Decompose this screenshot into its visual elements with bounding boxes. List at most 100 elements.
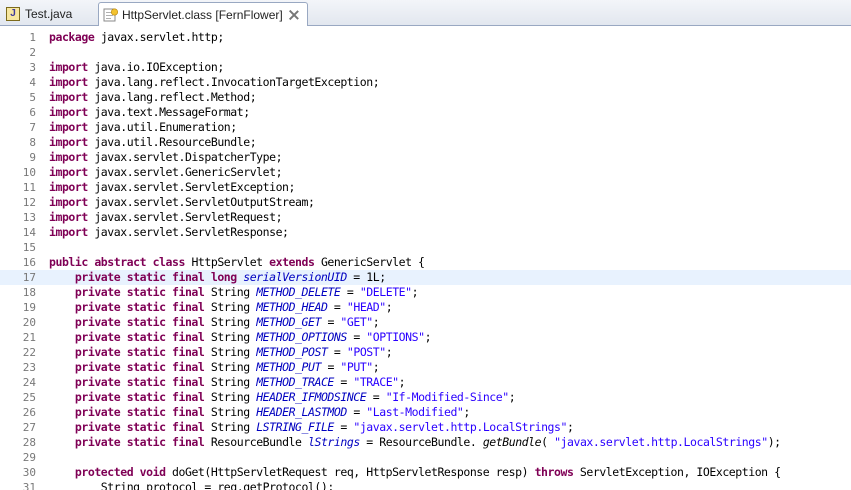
java-file-icon: J	[6, 6, 20, 21]
tab-test-java[interactable]: J Test.java	[0, 2, 92, 25]
code-token: =	[333, 345, 341, 359]
code-text: import java.lang.reflect.Method;	[49, 90, 257, 105]
code-token: java.lang.reflect.Method;	[94, 90, 257, 104]
keyword-token: extends	[269, 255, 315, 269]
code-text: private static final String METHOD_DELET…	[49, 285, 419, 300]
code-line[interactable]: 7 import java.util.Enumeration;	[0, 120, 851, 135]
code-line[interactable]: 31 String protocol = req.getProtocol();	[0, 480, 851, 490]
code-line[interactable]: 21 private static final String METHOD_OP…	[0, 330, 851, 345]
code-line[interactable]: 24 private static final String METHOD_TR…	[0, 375, 851, 390]
keyword-token: import	[49, 225, 88, 239]
string-token: "DELETE"	[359, 285, 412, 299]
keyword-token: import	[49, 60, 88, 74]
code-token: javax.servlet.ServletResponse;	[94, 225, 289, 239]
keyword-token: private static final	[74, 300, 205, 314]
code-line[interactable]: 22 private static final String METHOD_PO…	[0, 345, 851, 360]
code-line[interactable]: 29	[0, 450, 851, 465]
code-editor[interactable]: 1 package javax.servlet.http; 2 3 import jav…	[0, 26, 851, 490]
code-token: java.util.Enumeration;	[94, 120, 237, 134]
code-line[interactable]: 4 import java.lang.reflect.InvocationTarg…	[0, 75, 851, 90]
keyword-token: package	[49, 30, 95, 44]
string-token: "javax.servlet.http.LocalStrings"	[554, 435, 768, 449]
close-tab-icon[interactable]	[289, 10, 299, 20]
line-number: 1	[29, 31, 36, 44]
code-line[interactable]: 14 import javax.servlet.ServletResponse;	[0, 225, 851, 240]
code-token: = ResourceBundle.	[366, 435, 477, 449]
keyword-token: import	[49, 195, 88, 209]
code-token: String	[210, 360, 250, 374]
code-line[interactable]: 18 private static final String METHOD_DE…	[0, 285, 851, 300]
code-line[interactable]: 10 import javax.servlet.GenericServlet;	[0, 165, 851, 180]
code-line[interactable]: 16 public abstract class HttpServlet exte…	[0, 255, 851, 270]
code-line[interactable]: 12 import javax.servlet.ServletOutputStre…	[0, 195, 851, 210]
line-number: 6	[29, 106, 36, 119]
line-number: 26	[22, 406, 36, 419]
code-text: private static final String HEADER_IFMOD…	[49, 390, 516, 405]
code-line[interactable]: 15	[0, 240, 851, 255]
code-line[interactable]: 6 import java.text.MessageFormat;	[0, 105, 851, 120]
keyword-token: import	[49, 180, 88, 194]
line-number: 7	[29, 121, 36, 134]
code-line[interactable]: 27 private static final String LSTRING_F…	[0, 420, 851, 435]
code-token: =	[340, 375, 347, 389]
code-text: private static final String METHOD_HEAD …	[49, 300, 393, 315]
code-line[interactable]: 13 import javax.servlet.ServletRequest;	[0, 210, 851, 225]
code-line[interactable]: 19 private static final String METHOD_HE…	[0, 300, 851, 315]
code-line[interactable]: 28 private static final ResourceBundle l…	[0, 435, 851, 450]
line-number: 4	[29, 76, 36, 89]
line-number: 8	[29, 136, 36, 149]
code-text: private static final ResourceBundle lStr…	[49, 435, 781, 450]
string-token: "HEAD"	[346, 300, 386, 314]
code-line[interactable]: 11 import javax.servlet.ServletException;	[0, 180, 851, 195]
code-text: import javax.servlet.DispatcherType;	[49, 150, 283, 165]
code-token: ;	[411, 285, 419, 299]
tab-label: Test.java	[25, 6, 73, 21]
line-number: 30	[22, 466, 36, 479]
code-text: import java.io.IOException;	[49, 60, 224, 75]
keyword-token: import	[49, 210, 88, 224]
field-token: HEADER_LASTMOD	[256, 405, 347, 419]
line-number: 16	[22, 256, 36, 269]
field-token: METHOD_TRACE	[256, 375, 334, 389]
code-line[interactable]: 17 private static final long serialVersi…	[0, 270, 851, 285]
line-number: 14	[22, 226, 36, 239]
string-token: "Last-Modified"	[366, 405, 464, 419]
line-number: 15	[22, 241, 36, 254]
keyword-token: import	[49, 165, 88, 179]
keyword-token: throws	[534, 465, 574, 479]
code-token: getBundle	[482, 435, 542, 449]
code-line[interactable]: 5 import java.lang.reflect.Method;	[0, 90, 851, 105]
code-line[interactable]: 30 protected void doGet(HttpServletReque…	[0, 465, 851, 480]
code-line[interactable]: 26 private static final String HEADER_LA…	[0, 405, 851, 420]
code-line[interactable]: 2	[0, 45, 851, 60]
code-token: ResourceBundle	[210, 435, 302, 449]
code-line[interactable]: 8 import java.util.ResourceBundle;	[0, 135, 851, 150]
code-token: java.lang.reflect.InvocationTargetExcept…	[94, 75, 380, 89]
code-token: String	[210, 405, 250, 419]
code-token: javax.servlet.ServletException;	[94, 180, 296, 194]
code-text: String protocol = req.getProtocol();	[49, 480, 335, 490]
code-line[interactable]: 23 private static final String METHOD_PU…	[0, 360, 851, 375]
line-number: 21	[22, 331, 36, 344]
code-token: java.io.IOException;	[94, 60, 224, 74]
code-text: import javax.servlet.GenericServlet;	[49, 165, 283, 180]
code-token: ;	[385, 345, 393, 359]
code-line[interactable]: 1 package javax.servlet.http;	[0, 30, 851, 45]
code-line[interactable]: 20 private static final String METHOD_GE…	[0, 315, 851, 330]
code-token: =	[353, 405, 360, 419]
code-line[interactable]: 25 private static final String HEADER_IF…	[0, 390, 851, 405]
code-token: String	[210, 285, 250, 299]
field-token: METHOD_HEAD	[256, 300, 328, 314]
tab-httpservlet-class[interactable]: HttpServlet.class [FernFlower]	[98, 2, 308, 26]
code-text: public abstract class HttpServlet extend…	[49, 255, 425, 270]
keyword-token: public abstract class	[49, 255, 185, 269]
code-line[interactable]: 3 import java.io.IOException;	[0, 60, 851, 75]
line-number: 20	[22, 316, 36, 329]
line-number: 12	[22, 196, 36, 209]
code-token: =	[353, 330, 360, 344]
code-line[interactable]: 9 import javax.servlet.DispatcherType;	[0, 150, 851, 165]
